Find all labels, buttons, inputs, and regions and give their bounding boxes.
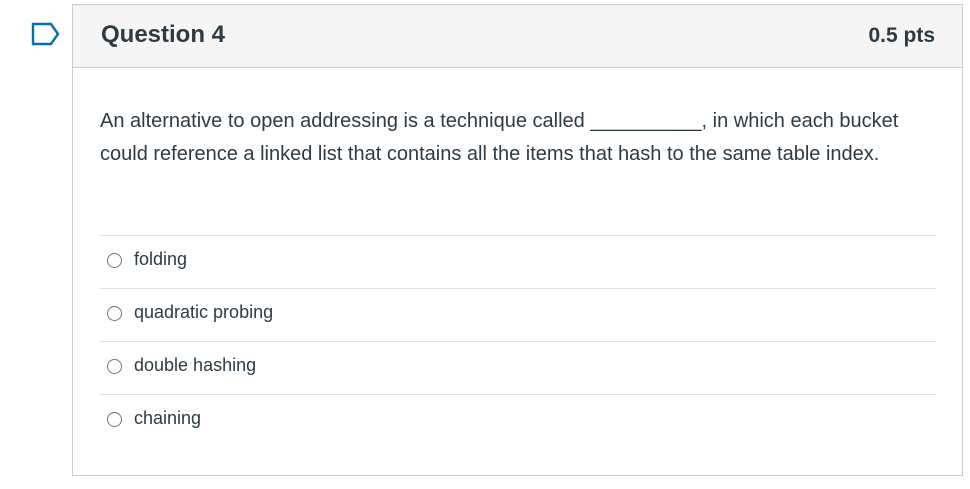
- answer-option-folding[interactable]: folding: [100, 235, 936, 288]
- answer-label: chaining: [134, 408, 202, 428]
- answer-label: double hashing: [134, 355, 257, 375]
- answer-option-quadratic-probing[interactable]: quadratic probing: [100, 288, 936, 341]
- radio-button[interactable]: [107, 412, 122, 427]
- answer-option-chaining[interactable]: chaining: [100, 394, 936, 447]
- question-title: Question 4: [101, 21, 226, 48]
- answer-option-double-hashing[interactable]: double hashing: [100, 341, 936, 394]
- radio-button[interactable]: [107, 359, 122, 374]
- flag-question-icon[interactable]: [30, 21, 62, 47]
- answer-label: folding: [134, 249, 188, 269]
- answer-list: folding quadratic probing double hashing…: [100, 235, 936, 447]
- radio-button[interactable]: [107, 306, 122, 321]
- answer-label: quadratic probing: [134, 302, 274, 322]
- question-points: 0.5 pts: [868, 24, 935, 47]
- radio-button[interactable]: [107, 253, 122, 268]
- question-text: An alternative to open addressing is a t…: [100, 110, 899, 165]
- question-header: Question 4 0.5 pts: [73, 5, 962, 68]
